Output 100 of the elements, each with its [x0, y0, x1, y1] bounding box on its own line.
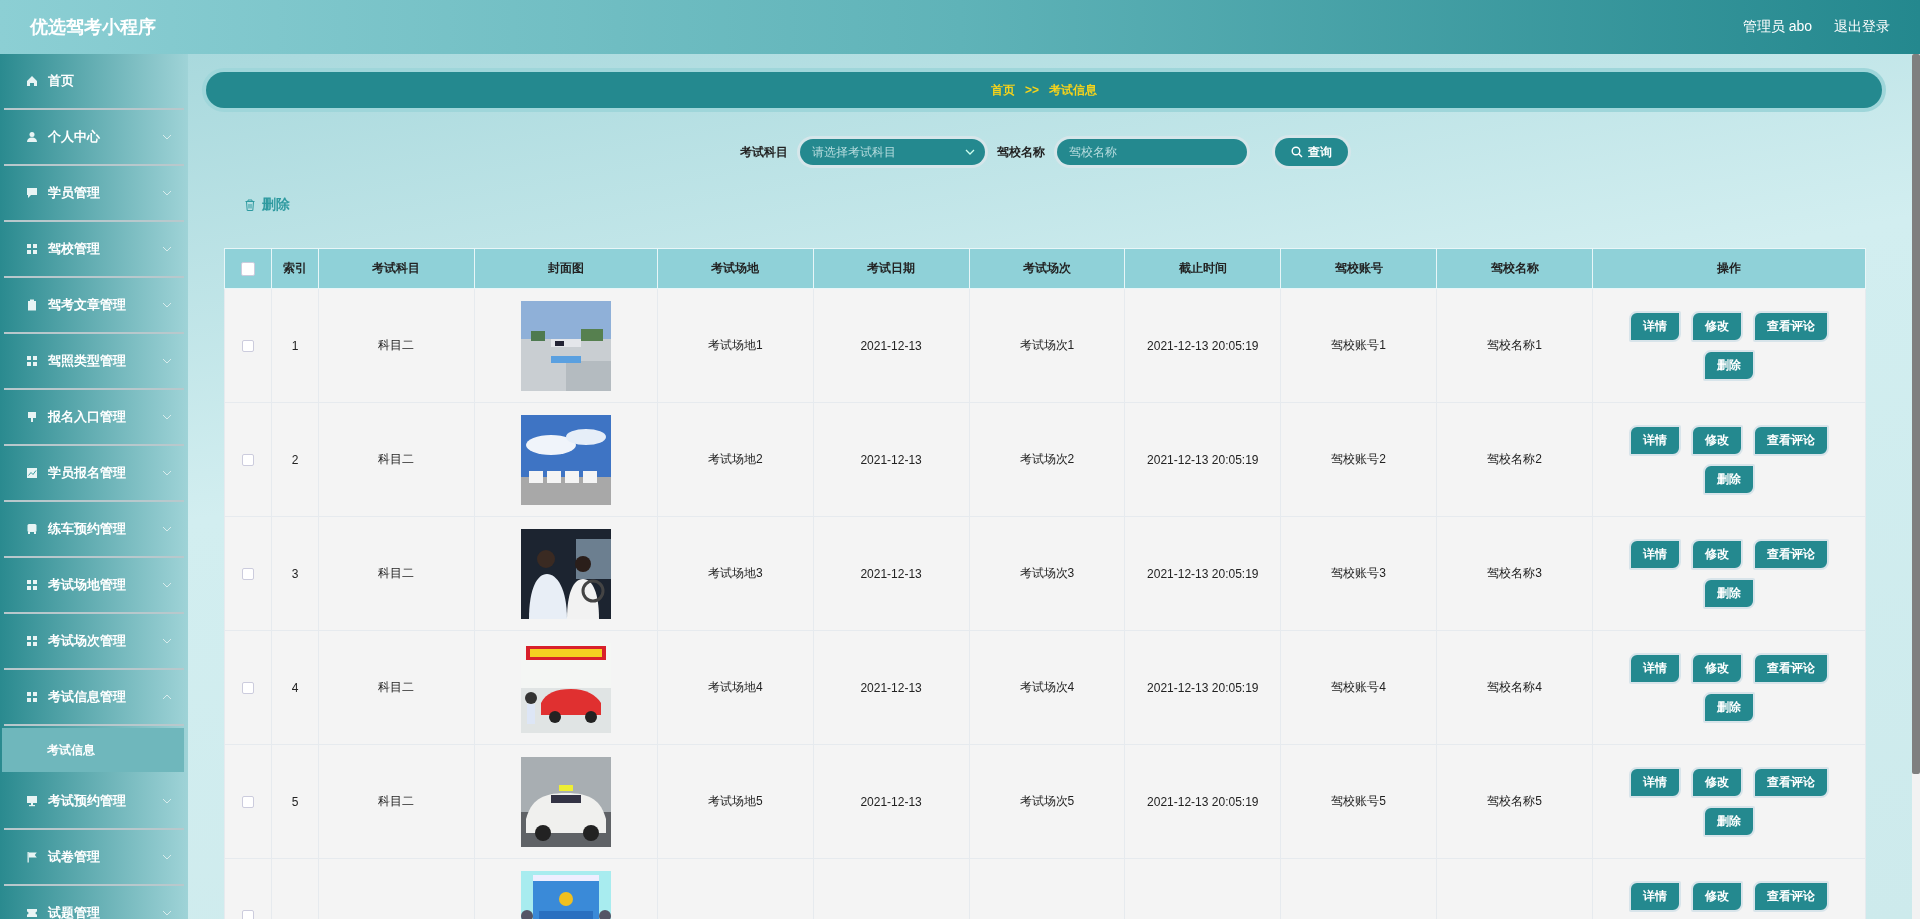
table-cell: 5 — [271, 744, 319, 859]
subject-select[interactable]: 请选择考试科目 — [800, 139, 985, 165]
table-cell: 驾校名称1 — [1436, 288, 1593, 403]
grid-icon — [26, 635, 38, 647]
clipboard-icon — [26, 299, 38, 311]
action-button[interactable]: 修改 — [1691, 767, 1743, 798]
table-cell: 2021-12-13 20:05:19 — [1124, 288, 1281, 403]
table-cell: 驾校账号5 — [1280, 744, 1437, 859]
table-cell: 考试场次1 — [969, 288, 1125, 403]
table-cell: 驾校名称2 — [1436, 402, 1593, 517]
action-button[interactable]: 修改 — [1691, 311, 1743, 342]
table-cell: 驾校账号3 — [1280, 516, 1437, 631]
column-header: 驾校账号 — [1280, 248, 1437, 289]
logout-link[interactable]: 退出登录 — [1834, 18, 1890, 36]
action-button[interactable]: 查看评论 — [1753, 653, 1829, 684]
action-button[interactable]: 查看评论 — [1753, 767, 1829, 798]
menu-item[interactable]: 报名入口管理 — [4, 390, 184, 446]
table-cell: 2021-12-13 20:05:19 — [1124, 402, 1281, 517]
row-checkbox[interactable] — [242, 567, 254, 580]
menu-item[interactable]: 考试信息管理 — [4, 670, 184, 726]
table-cell: 考试场地2 — [657, 402, 814, 517]
table-cell: 2021-12-13 20:05:19 — [1124, 630, 1281, 745]
action-button[interactable]: 删除 — [1703, 692, 1755, 723]
breadcrumb-item[interactable]: 考试信息 — [1049, 81, 1097, 99]
table-cell: 科目二 — [318, 288, 475, 403]
table-cell: 2021-12-13 — [813, 630, 970, 745]
table-cell: 2021-12-13 20:05:19 — [1124, 744, 1281, 859]
table-cell: 2021-12-13 — [813, 288, 970, 403]
table-cell: 科目二 — [318, 516, 475, 631]
menu-item[interactable]: 试题管理 — [4, 886, 184, 919]
menu-item[interactable]: 首页 — [4, 54, 184, 110]
menu-item[interactable]: 学员报名管理 — [4, 446, 184, 502]
row-checkbox[interactable] — [242, 453, 254, 466]
menu-item[interactable]: 驾考文章管理 — [4, 278, 184, 334]
table-cell: 4 — [271, 630, 319, 745]
person-icon — [26, 131, 38, 143]
table-cell: 考试场地3 — [657, 516, 814, 631]
menu-item[interactable]: 驾照类型管理 — [4, 334, 184, 390]
bus-icon — [26, 523, 38, 535]
menu-item[interactable]: 考试预约管理 — [4, 774, 184, 830]
scrollbar[interactable] — [1912, 54, 1920, 919]
table-cell: 2021-12-13 — [813, 516, 970, 631]
column-header: 考试场次 — [969, 248, 1125, 289]
row-checkbox[interactable] — [242, 681, 254, 694]
user-label: 管理员 abo — [1742, 18, 1812, 36]
table-cell: 考试场次5 — [969, 744, 1125, 859]
action-button[interactable]: 详情 — [1629, 881, 1681, 912]
select-all-checkbox[interactable] — [241, 261, 255, 276]
action-button[interactable]: 查看评论 — [1753, 311, 1829, 342]
action-button[interactable]: 删除 — [1703, 464, 1755, 495]
column-header: 考试日期 — [813, 248, 970, 289]
action-button[interactable]: 删除 — [1703, 578, 1755, 609]
action-button[interactable]: 详情 — [1629, 311, 1681, 342]
chevron-icon — [965, 149, 975, 155]
column-header: 考试科目 — [318, 248, 475, 289]
home-icon — [26, 75, 38, 87]
row-checkbox[interactable] — [242, 909, 254, 919]
column-header: 操作 — [1592, 248, 1866, 289]
action-button[interactable]: 详情 — [1629, 539, 1681, 570]
submenu-item[interactable]: 考试信息 — [2, 728, 184, 772]
menu-item[interactable]: 考试场次管理 — [4, 614, 184, 670]
action-button[interactable]: 详情 — [1629, 767, 1681, 798]
row-checkbox[interactable] — [242, 795, 254, 808]
menu-item[interactable]: 试卷管理 — [4, 830, 184, 886]
table-cell: 驾校账号2 — [1280, 402, 1437, 517]
action-button[interactable]: 修改 — [1691, 539, 1743, 570]
delete-link[interactable]: 删除 — [244, 196, 290, 214]
column-header: 索引 — [271, 248, 319, 289]
menu-item[interactable]: 练车预约管理 — [4, 502, 184, 558]
action-button[interactable]: 修改 — [1691, 653, 1743, 684]
menu-item[interactable]: 考试场地管理 — [4, 558, 184, 614]
table-cell: 驾校账号1 — [1280, 288, 1437, 403]
action-button[interactable]: 修改 — [1691, 881, 1743, 912]
action-button[interactable]: 查看评论 — [1753, 881, 1829, 912]
menu-item[interactable]: 个人中心 — [4, 110, 184, 166]
action-button[interactable]: 查看评论 — [1753, 425, 1829, 456]
action-button[interactable]: 修改 — [1691, 425, 1743, 456]
action-button[interactable]: 详情 — [1629, 425, 1681, 456]
app-title: 优选驾考小程序 — [30, 16, 156, 39]
breadcrumb-item[interactable]: 首页 — [991, 81, 1015, 99]
action-button[interactable]: 删除 — [1703, 806, 1755, 837]
column-header: 考试场地 — [657, 248, 814, 289]
menu-item[interactable]: 驾校管理 — [4, 222, 184, 278]
monitor-icon — [26, 795, 38, 807]
row-checkbox[interactable] — [242, 339, 254, 352]
menu-item[interactable]: 学员管理 — [4, 166, 184, 222]
school-name-field[interactable]: 驾校名称 — [1057, 139, 1247, 165]
pin-icon — [26, 411, 38, 423]
table-cell: 考试场地1 — [657, 288, 814, 403]
table-cell: 驾校名称3 — [1436, 516, 1593, 631]
table-cell: 2021-12-13 20:05:19 — [1124, 516, 1281, 631]
search-button[interactable]: 查询 — [1275, 138, 1348, 166]
search-icon — [1291, 146, 1303, 158]
action-button[interactable]: 详情 — [1629, 653, 1681, 684]
table-cell: 科目二 — [318, 744, 475, 859]
action-button[interactable]: 查看评论 — [1753, 539, 1829, 570]
grid-icon — [26, 355, 38, 367]
action-button[interactable]: 删除 — [1703, 350, 1755, 381]
ticket-icon — [26, 907, 38, 919]
table-cell: 考试场地4 — [657, 630, 814, 745]
